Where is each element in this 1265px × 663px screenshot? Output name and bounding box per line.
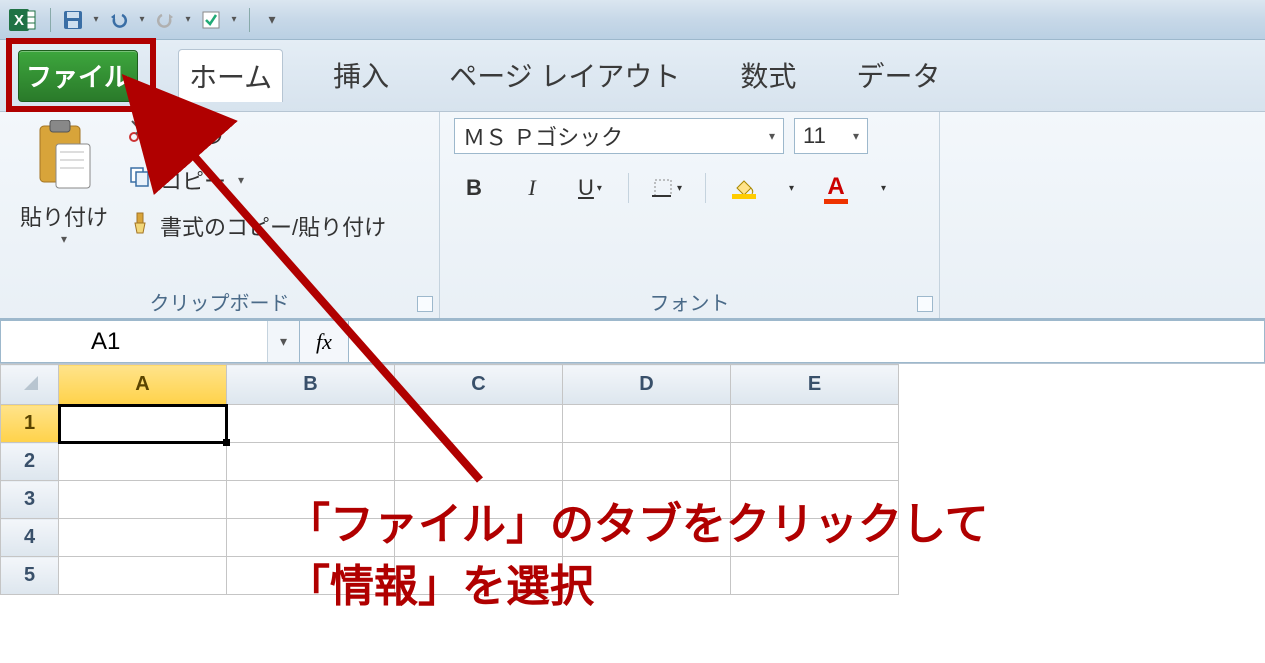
cell-A4[interactable] [59, 519, 227, 557]
ribbon-tabs-row: ファイル ホーム 挿入 ページ レイアウト 数式 データ [0, 40, 1265, 112]
tab-insert[interactable]: 挿入 [323, 49, 399, 102]
clipboard-dialog-launcher[interactable] [417, 296, 433, 312]
annotation-line2: 「情報」を選択 [286, 556, 989, 618]
cell-B1[interactable] [227, 405, 395, 443]
undo-dropdown-icon[interactable]: ▾ [135, 6, 149, 34]
tab-formulas[interactable]: 数式 [730, 49, 806, 102]
row-header-5[interactable]: 5 [1, 557, 59, 595]
clipboard-group-label: クリップボード [14, 287, 425, 316]
cell-E1[interactable] [731, 405, 899, 443]
chevron-down-icon: ▾ [843, 129, 859, 143]
group-font: ＭＳ Ｐゴシック ▾ 11 ▾ B I U▾ ▾ [440, 112, 940, 318]
copy-button[interactable]: コピー ▾ [128, 164, 386, 196]
font-color-dropdown[interactable]: ▾ [874, 170, 890, 206]
formula-input[interactable] [349, 320, 1265, 363]
paste-dropdown-icon[interactable]: ▾ [61, 232, 67, 246]
row-header-3[interactable]: 3 [1, 481, 59, 519]
cut-button[interactable]: り取り [128, 118, 386, 150]
fill-color-swatch [732, 194, 756, 199]
paste-label: 貼り付け [20, 200, 108, 232]
font-name-combo[interactable]: ＭＳ Ｐゴシック ▾ [454, 118, 784, 154]
divider [628, 173, 629, 203]
ribbon: 貼り付け ▾ り取り [0, 112, 1265, 320]
qat-customize-dropdown-icon[interactable]: ▾ [227, 6, 241, 34]
annotation-line1: 「ファイル」のタブをクリックして [286, 494, 989, 556]
font-dialog-launcher[interactable] [917, 296, 933, 312]
select-all-corner[interactable] [1, 365, 59, 405]
copy-dropdown-icon[interactable]: ▾ [238, 173, 244, 187]
undo-icon[interactable] [105, 6, 133, 34]
font-group-label: フォント [454, 287, 925, 316]
annotation-text: 「ファイル」のタブをクリックして 「情報」を選択 [286, 494, 989, 617]
scissors-icon [128, 119, 152, 149]
name-box-value: A1 [91, 328, 120, 356]
paste-button[interactable]: 貼り付け ▾ [14, 118, 114, 246]
font-color-swatch [824, 199, 848, 204]
font-size-value: 11 [803, 123, 826, 149]
cell-B2[interactable] [227, 443, 395, 481]
cell-A3[interactable] [59, 481, 227, 519]
cell-D2[interactable] [563, 443, 731, 481]
row-header-1[interactable]: 1 [1, 405, 59, 443]
ribbon-minimize-icon[interactable]: ▾ [258, 6, 286, 34]
cell-A5[interactable] [59, 557, 227, 595]
tab-pagelayout[interactable]: ページ レイアウト [439, 49, 690, 102]
row-header-4[interactable]: 4 [1, 519, 59, 557]
col-header-B[interactable]: B [227, 365, 395, 405]
name-box-dropdown-icon[interactable]: ▾ [267, 321, 299, 362]
formula-bar-buttons: fx [300, 320, 349, 363]
col-header-A[interactable]: A [59, 365, 227, 405]
divider [705, 173, 706, 203]
save-icon[interactable] [59, 6, 87, 34]
font-size-combo[interactable]: 11 ▾ [794, 118, 868, 154]
format-painter-label: 書式のコピー/貼り付け [160, 210, 386, 242]
cell-E2[interactable] [731, 443, 899, 481]
redo-icon[interactable] [151, 6, 179, 34]
col-header-D[interactable]: D [563, 365, 731, 405]
underline-button[interactable]: U▾ [570, 170, 610, 206]
cell-C1[interactable] [395, 405, 563, 443]
row-header-2[interactable]: 2 [1, 443, 59, 481]
col-header-E[interactable]: E [731, 365, 899, 405]
col-header-C[interactable]: C [395, 365, 563, 405]
cell-A1[interactable] [59, 405, 227, 443]
group-clipboard: 貼り付け ▾ り取り [0, 112, 440, 318]
tab-home[interactable]: ホーム [178, 49, 283, 102]
brush-icon [128, 211, 152, 241]
save-dropdown-icon[interactable]: ▾ [89, 6, 103, 34]
fill-color-button[interactable] [724, 170, 764, 206]
bold-button[interactable]: B [454, 170, 494, 206]
title-bar: X ▾ ▾ ▾ [0, 0, 1265, 40]
fill-color-dropdown[interactable]: ▾ [782, 170, 798, 206]
font-name-value: ＭＳ Ｐゴシック [463, 120, 623, 152]
excel-logo-icon: X [6, 4, 38, 36]
font-color-A-icon: A [827, 173, 844, 201]
checkbox-icon[interactable] [197, 6, 225, 34]
format-painter-button[interactable]: 書式のコピー/貼り付け [128, 210, 386, 242]
tab-data[interactable]: データ [846, 49, 950, 102]
paste-icon [30, 118, 98, 196]
redo-dropdown-icon[interactable]: ▾ [181, 6, 195, 34]
file-tab[interactable]: ファイル [18, 50, 138, 102]
cell-A2[interactable] [59, 443, 227, 481]
cell-D1[interactable] [563, 405, 731, 443]
fx-icon[interactable]: fx [316, 329, 332, 355]
name-box[interactable]: A1 ▾ [0, 320, 300, 363]
quick-access-toolbar: ▾ ▾ ▾ ▾ ▾ [44, 6, 286, 34]
borders-button[interactable]: ▾ [647, 170, 687, 206]
chevron-down-icon: ▾ [759, 129, 775, 143]
formula-bar-row: A1 ▾ fx [0, 320, 1265, 364]
cut-label: り取り [160, 118, 226, 150]
cell-C2[interactable] [395, 443, 563, 481]
copy-label: コピー [160, 164, 226, 196]
copy-icon [128, 165, 152, 195]
italic-button[interactable]: I [512, 170, 552, 206]
font-color-button[interactable]: A [816, 170, 856, 206]
svg-text:X: X [14, 12, 24, 29]
